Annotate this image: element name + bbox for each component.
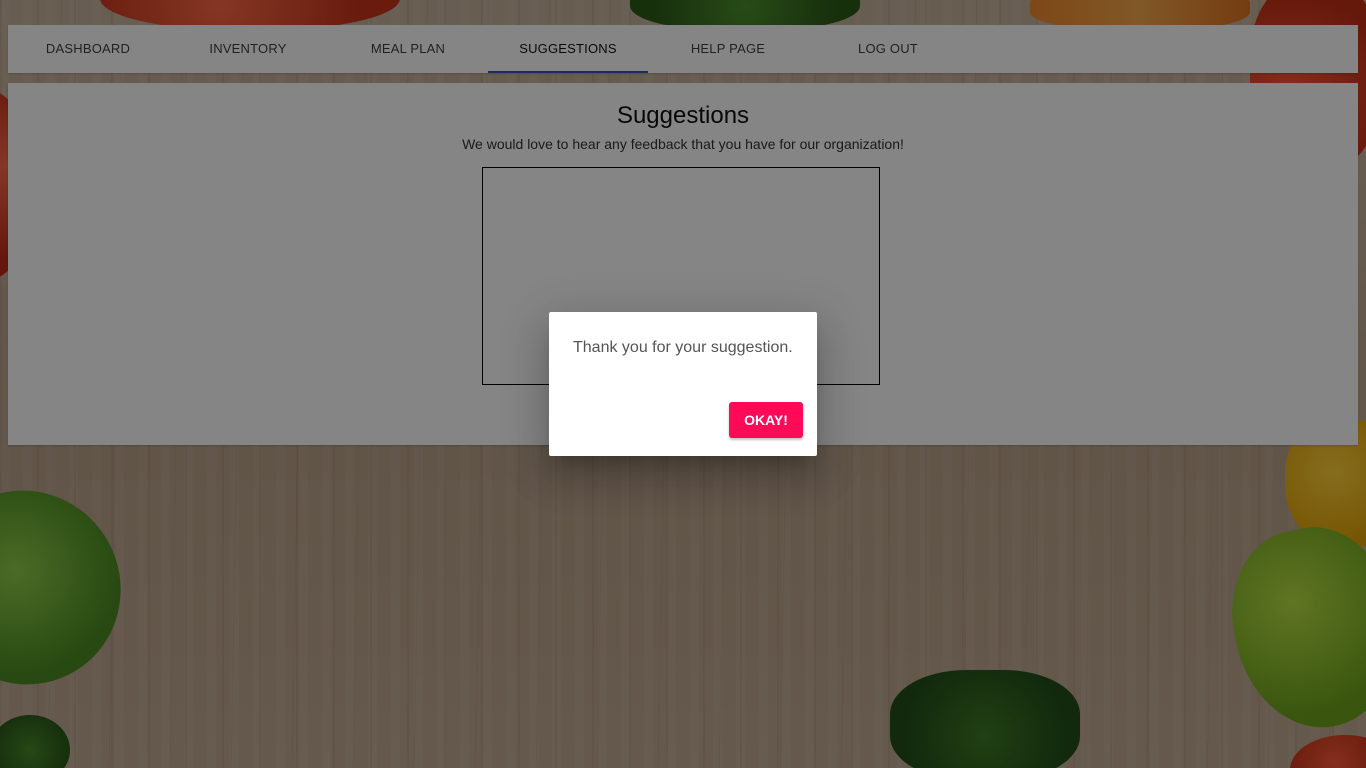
okay-button[interactable]: OKAY! [729,402,803,438]
confirmation-dialog: Thank you for your suggestion. OKAY! [549,312,817,456]
dialog-message: Thank you for your suggestion. [573,339,793,356]
